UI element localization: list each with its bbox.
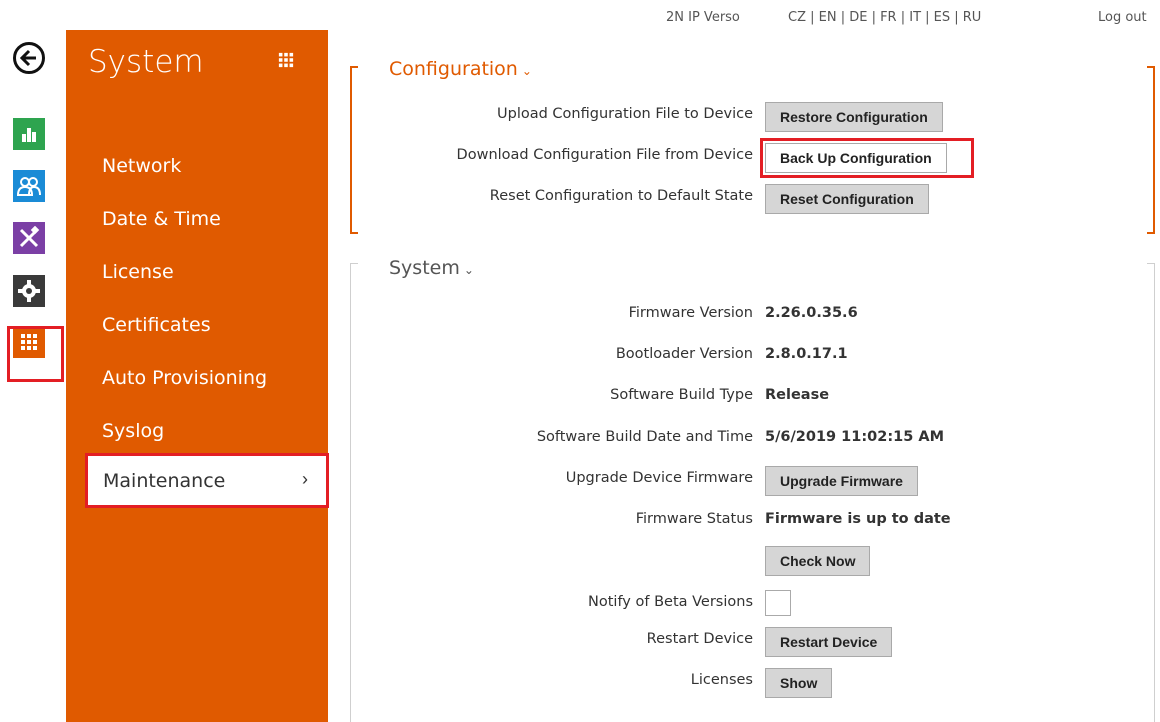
check-now-row: Check Now <box>350 546 1155 576</box>
chevron-down-icon: ⌄ <box>521 64 532 78</box>
build-type-row: Software Build Type Release <box>610 387 830 403</box>
sidebar: System Network Date & Time License Certi… <box>66 30 329 722</box>
sidebar-item-certificates[interactable]: Certificates <box>102 314 211 336</box>
restore-configuration-button[interactable]: Restore Configuration <box>765 102 943 132</box>
configuration-title[interactable]: Configuration ⌄ <box>389 58 532 80</box>
logout-link[interactable]: Log out <box>1098 10 1147 25</box>
hardware-gear-icon[interactable] <box>13 275 45 307</box>
firmware-version: 2.26.0.35.6 <box>765 305 858 321</box>
top-bar: 2N IP Verso CZ | EN | DE | FR | IT | ES … <box>0 10 1160 30</box>
build-date-row: Software Build Date and Time 5/6/2019 11… <box>536 429 945 445</box>
chevron-down-icon: ⌄ <box>463 263 474 277</box>
sidebar-item-network[interactable]: Network <box>102 155 181 177</box>
config-row-restore: Upload Configuration File to Device Rest… <box>350 102 1155 132</box>
firmware-status-row: Firmware Status Firmware is up to date <box>635 511 951 527</box>
status-chart-icon[interactable] <box>13 118 45 150</box>
highlight-frame <box>760 138 974 178</box>
upload-config-label: Upload Configuration File to Device <box>497 106 753 122</box>
upgrade-row: Upgrade Device Firmware Upgrade Firmware <box>350 466 1155 496</box>
highlight-frame <box>7 326 64 382</box>
bootloader-version-row: Bootloader Version 2.8.0.17.1 <box>615 346 848 362</box>
device-name: 2N IP Verso <box>666 10 740 25</box>
language-selector[interactable]: CZ | EN | DE | FR | IT | ES | RU <box>788 10 981 25</box>
upgrade-firmware-button[interactable]: Upgrade Firmware <box>765 466 918 496</box>
sidebar-item-maintenance[interactable]: Maintenance › <box>85 453 329 508</box>
firmware-status: Firmware is up to date <box>765 511 951 527</box>
build-type: Release <box>765 387 830 403</box>
sidebar-title: System <box>88 44 204 80</box>
users-icon[interactable] <box>13 170 45 202</box>
grid-icon[interactable] <box>278 52 294 68</box>
config-row-backup: Download Configuration File from Device … <box>350 138 1155 178</box>
reset-configuration-button[interactable]: Reset Configuration <box>765 184 929 214</box>
chevron-right-icon: › <box>302 469 308 489</box>
download-config-label: Download Configuration File from Device <box>456 147 753 163</box>
build-date: 5/6/2019 11:02:15 AM <box>765 429 945 445</box>
system-section: System ⌄ Firmware Version 2.26.0.35.6 Boo… <box>350 257 1155 722</box>
sidebar-item-label: Maintenance <box>103 470 226 492</box>
configuration-section: Configuration ⌄ Upload Configuration File… <box>350 58 1155 234</box>
firmware-version-row: Firmware Version 2.26.0.35.6 <box>628 305 858 321</box>
sidebar-item-license[interactable]: License <box>102 261 174 283</box>
back-arrow-icon[interactable] <box>13 42 45 74</box>
show-licenses-button[interactable]: Show <box>765 668 833 698</box>
icon-rail <box>0 0 66 722</box>
restart-row: Restart Device Restart Device <box>350 627 1155 657</box>
bootloader-version: 2.8.0.17.1 <box>765 346 848 362</box>
restart-device-button[interactable]: Restart Device <box>765 627 893 657</box>
sidebar-item-syslog[interactable]: Syslog <box>102 420 164 442</box>
check-now-button[interactable]: Check Now <box>765 546 871 576</box>
sidebar-item-auto-provisioning[interactable]: Auto Provisioning <box>102 367 267 389</box>
sidebar-item-date-time[interactable]: Date & Time <box>102 208 221 230</box>
system-title[interactable]: System ⌄ <box>389 257 474 279</box>
config-row-reset: Reset Configuration to Default State Res… <box>350 184 1155 214</box>
beta-row: Notify of Beta Versions <box>350 590 1155 616</box>
services-tools-icon[interactable] <box>13 222 45 254</box>
reset-config-label: Reset Configuration to Default State <box>489 188 753 204</box>
beta-versions-checkbox[interactable] <box>765 590 791 616</box>
licenses-row: Licenses Show <box>350 668 1155 698</box>
